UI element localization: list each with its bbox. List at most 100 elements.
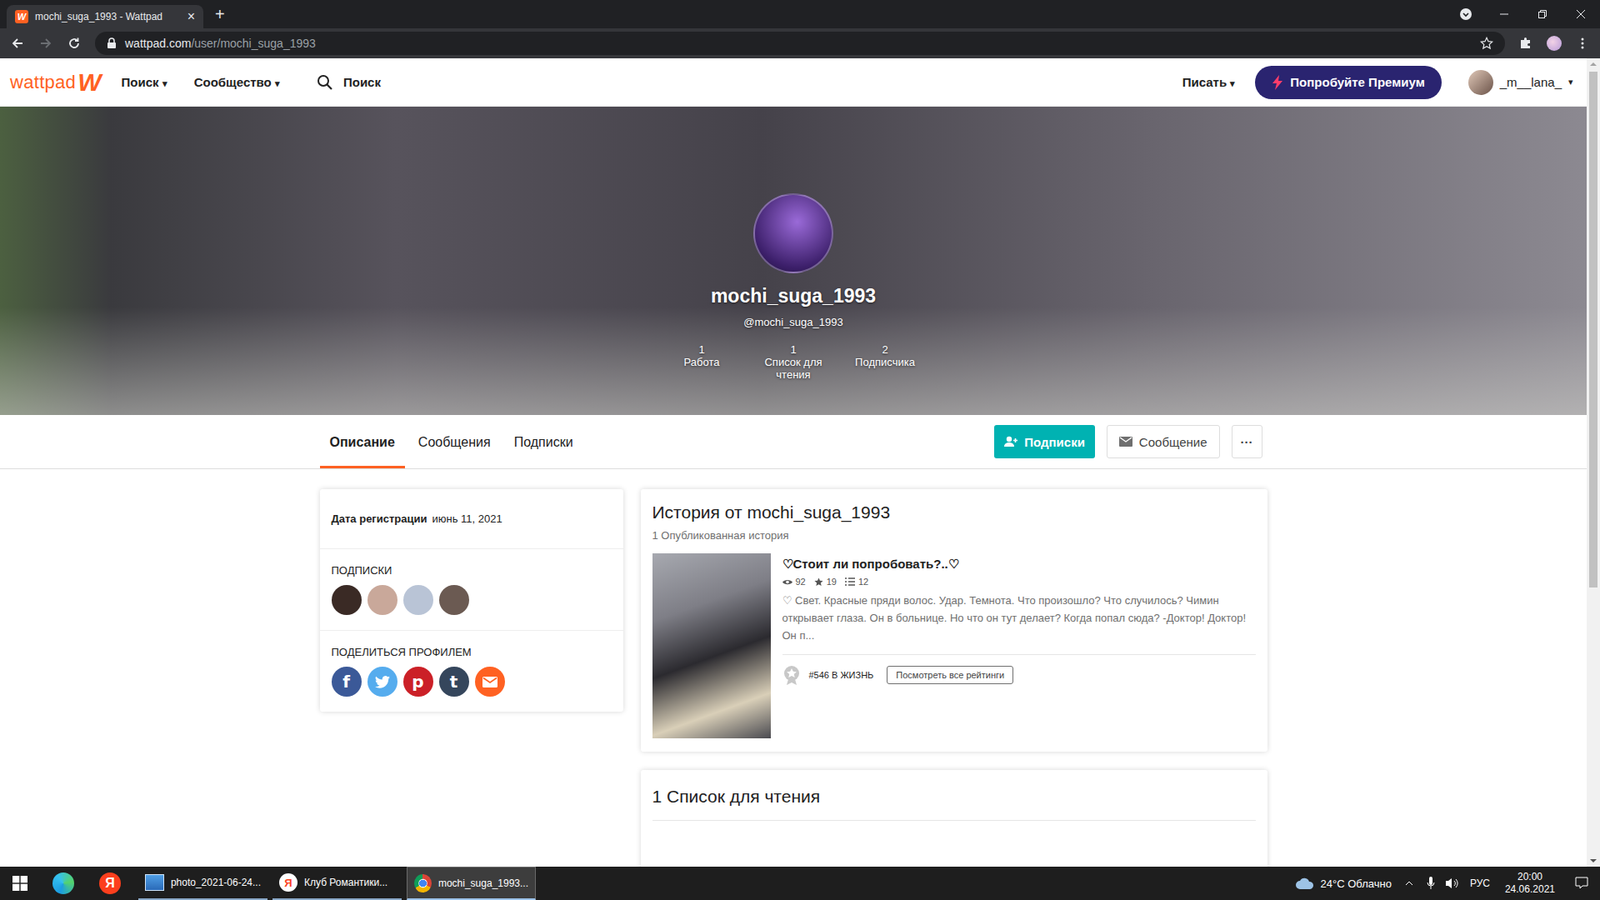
follow-button[interactable]: Подписки: [994, 425, 1095, 459]
profile-stat[interactable]: 2 Подписчика: [849, 343, 921, 381]
minimize-button[interactable]: [1485, 0, 1524, 29]
screen: W mochi_suga_1993 - Wattpad × + wattpad.…: [0, 0, 1600, 900]
speaker-icon: [1445, 877, 1460, 890]
reload-button[interactable]: [61, 31, 87, 55]
url-text: wattpad.com/user/mochi_suga_1993: [125, 36, 316, 50]
taskbar-app[interactable]: photo_2021-06-24...: [138, 866, 268, 900]
back-arrow-icon: [10, 36, 25, 50]
nav-menu[interactable]: Поиск ▾: [120, 75, 167, 90]
notifications-button[interactable]: [1563, 866, 1600, 900]
scrollbar[interactable]: [1586, 58, 1600, 867]
edge-icon: [52, 872, 75, 895]
story-rank-row: #546 В ЖИЗНЬ Посмотреть все рейтинги: [782, 665, 1256, 685]
pinned-yandex[interactable]: Я: [86, 866, 134, 900]
profile-stat[interactable]: 1 Список для чтения: [757, 343, 830, 381]
profile-name: mochi_suga_1993: [710, 285, 876, 308]
taskbar: Я photo_2021-06-24...Я Клуб Романтики...…: [0, 866, 1600, 900]
tab-close-button[interactable]: ×: [187, 9, 195, 25]
stories-title: История от mochi_suga_1993: [652, 502, 1256, 523]
address-bar[interactable]: wattpad.com/user/mochi_suga_1993: [95, 31, 1505, 55]
scroll-up-icon: [1586, 58, 1600, 70]
reload-icon: [67, 36, 81, 50]
following-avatar[interactable]: [367, 585, 398, 615]
story-description: ♡ Свет. Красные пряди волос. Удар. Темно…: [782, 591, 1256, 645]
list-icon: [845, 577, 855, 586]
profile-stat[interactable]: 1 Работа: [665, 343, 738, 381]
story-cover[interactable]: [652, 553, 771, 739]
write-menu[interactable]: Писать ▾: [1182, 75, 1236, 90]
back-button[interactable]: [5, 31, 30, 55]
following-avatar[interactable]: [331, 585, 362, 615]
extensions-button[interactable]: [1513, 31, 1539, 55]
share-twitter-button[interactable]: [367, 666, 398, 697]
all-rankings-button[interactable]: Посмотреть все рейтинги: [886, 665, 1014, 685]
chevron-up-icon: [1405, 880, 1414, 886]
microphone-button[interactable]: [1420, 866, 1442, 900]
forward-button[interactable]: [33, 31, 59, 55]
profile-tab[interactable]: Подписки: [504, 415, 584, 469]
tab-search-button[interactable]: [1446, 0, 1485, 29]
wattpad-logo[interactable]: wattpadW: [10, 68, 101, 97]
following-avatar[interactable]: [403, 585, 434, 615]
tab-title: mochi_suga_1993 - Wattpad: [35, 10, 181, 23]
input-language[interactable]: РУС: [1463, 877, 1497, 890]
message-button[interactable]: Сообщение: [1106, 425, 1220, 459]
following-avatar[interactable]: [439, 585, 470, 615]
restore-button[interactable]: [1523, 0, 1562, 29]
scroll-down-icon: [1586, 855, 1600, 867]
photos-icon: [145, 874, 165, 891]
new-tab-button[interactable]: +: [215, 5, 225, 25]
microphone-icon: [1426, 876, 1435, 890]
search-field[interactable]: Поиск: [316, 74, 381, 91]
start-button[interactable]: [0, 866, 40, 900]
story-rank: #546 В ЖИЗНЬ: [809, 670, 875, 680]
rank-badge-icon: [782, 665, 801, 685]
profile-avatar-icon: [1546, 35, 1562, 51]
share-pinterest-button[interactable]: p: [403, 666, 434, 697]
clock[interactable]: 20:00 24.06.2021: [1496, 870, 1564, 896]
tray-chevron[interactable]: [1398, 866, 1420, 900]
story-title[interactable]: ♡Стоит ли попробовать?..♡: [782, 556, 1256, 572]
share-facebook-button[interactable]: f: [331, 666, 362, 697]
premium-button[interactable]: Попробуйте Премиум: [1255, 65, 1441, 100]
more-button[interactable]: ···: [1231, 425, 1263, 459]
following-section: ПОДПИСКИ: [320, 549, 624, 631]
weather-widget[interactable]: 24°C Облачно: [1289, 877, 1399, 890]
yandex-icon: Я: [99, 872, 121, 895]
menu-button[interactable]: [1570, 31, 1595, 55]
browser-tab[interactable]: W mochi_suga_1993 - Wattpad ×: [6, 5, 204, 29]
profile-tab[interactable]: Описание: [320, 415, 405, 469]
close-window-button[interactable]: [1561, 0, 1600, 29]
nav-menu[interactable]: Сообщество ▾: [194, 75, 280, 90]
star-icon: [814, 577, 824, 587]
volume-button[interactable]: [1441, 866, 1464, 900]
pinned-edge[interactable]: [40, 866, 87, 900]
reading-lists-card: 1 Список для чтения: [640, 770, 1268, 867]
search-icon: [316, 74, 334, 91]
browser-toolbar: wattpad.com/user/mochi_suga_1993: [0, 28, 1600, 59]
share-email-button[interactable]: [475, 666, 505, 697]
profile-content: Дата регистрации июнь 11, 2021 ПОДПИСКИ …: [320, 489, 1268, 867]
minimize-icon: [1499, 9, 1510, 20]
profile-banner: mochi_suga_1993 @mochi_suga_1993 1 Работ…: [0, 106, 1587, 415]
profile-tab[interactable]: Сообщения: [408, 415, 501, 469]
taskbar-app[interactable]: Я Клуб Романтики...: [272, 866, 402, 900]
bookmark-star-icon[interactable]: [1480, 36, 1494, 50]
story-item[interactable]: ♡Стоит ли попробовать?..♡ 92 19 12 ♡ Све…: [652, 553, 1256, 739]
wattpad-header: wattpadW Поиск ▾ Сообщество ▾ Поиск Писат…: [0, 58, 1587, 107]
tab-search-icon: [1459, 7, 1473, 21]
user-menu[interactable]: _m__lana_ ▾: [1468, 70, 1574, 95]
email-icon: [482, 676, 498, 688]
cloud-icon: [1295, 877, 1315, 890]
profile-tabs-bar: ОписаниеСообщенияПодписки Подписки Сообщ…: [0, 415, 1587, 470]
twitter-bird-icon: [375, 675, 390, 689]
scrollbar-thumb[interactable]: [1589, 71, 1598, 588]
windows-logo-icon: [12, 875, 28, 891]
share-tumblr-button[interactable]: t: [439, 666, 470, 697]
viewport: wattpadW Поиск ▾ Сообщество ▾ Поиск Писат…: [0, 58, 1600, 867]
taskbar-app[interactable]: mochi_suga_1993...: [406, 866, 536, 900]
chrome-icon: [414, 874, 432, 893]
profile-button[interactable]: [1541, 31, 1567, 55]
wattpad-favicon-icon: W: [15, 10, 29, 24]
yandex-icon: Я: [279, 873, 298, 892]
